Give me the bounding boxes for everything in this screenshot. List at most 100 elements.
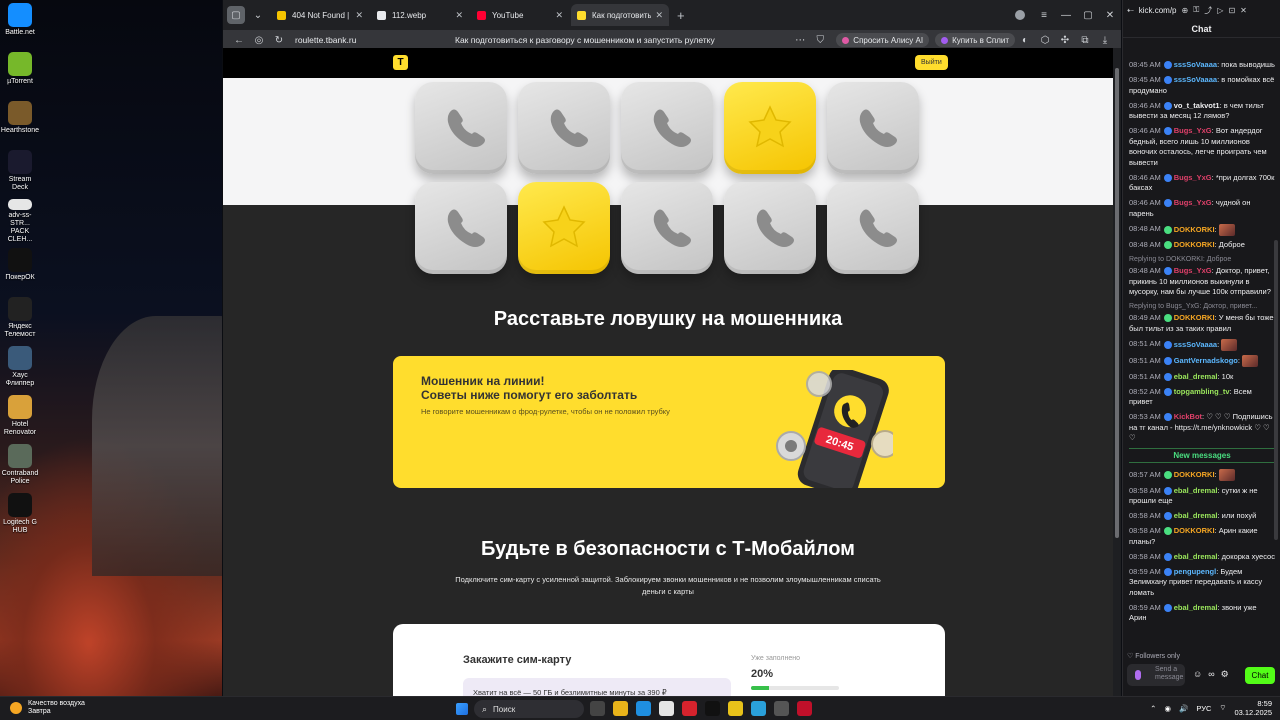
chat-message-input[interactable]: Send a message [1127, 664, 1185, 686]
key-icon[interactable]: ⚿ [1193, 5, 1199, 15]
file-explorer-icon[interactable] [613, 701, 628, 716]
message-username[interactable]: ebal_dremal [1174, 552, 1218, 561]
chat-message[interactable]: 08:58 AM ebal_dremal: докорка хуесос [1129, 552, 1275, 563]
clock[interactable]: 8:59 03.12.2025 [1234, 699, 1272, 717]
message-username[interactable]: sssSoVaaaa [1174, 60, 1217, 69]
message-username[interactable]: ebal_dremal [1174, 511, 1218, 520]
chat-message[interactable]: 08:46 AM Bugs_YxG: Вот андердог бедный, в… [1129, 126, 1275, 168]
desktop-icon[interactable]: Logitech G HUB [0, 490, 40, 538]
phone-tile[interactable] [827, 182, 919, 274]
message-username[interactable]: ebal_dremal [1174, 372, 1218, 381]
phone-tile[interactable] [621, 182, 713, 274]
browser-tab[interactable]: 112.webp ✕ [371, 4, 469, 26]
tray-chevron-icon[interactable]: ⌃ [1150, 704, 1156, 713]
star-tile[interactable] [518, 182, 610, 274]
message-username[interactable]: pengupengl [1174, 567, 1217, 576]
phone-tile[interactable] [415, 182, 507, 274]
mic-icon[interactable] [1135, 670, 1141, 680]
phone-tile[interactable] [518, 82, 610, 174]
message-username[interactable]: Bugs_YxG [1174, 173, 1212, 182]
message-username[interactable]: Bugs_YxG [1174, 126, 1212, 135]
back-icon[interactable]: ← [229, 35, 249, 46]
desktop-icon[interactable]: ПокерОК [0, 245, 40, 293]
menu-icon[interactable]: ≡ [1033, 10, 1055, 21]
chat-message[interactable]: 08:46 AM Bugs_YxG: чудной он парень [1129, 198, 1275, 219]
phone-tile[interactable] [621, 82, 713, 174]
close-tab-icon[interactable]: ✕ [355, 10, 363, 21]
message-username[interactable]: vo_t_takvot1 [1174, 101, 1220, 110]
play-icon[interactable]: ▷ [1217, 6, 1223, 15]
message-username[interactable]: sssSoVaaaa [1174, 339, 1217, 348]
chat-message[interactable]: 08:49 AM DOKKORKI: У меня бы тоже был тил… [1129, 313, 1275, 334]
browser-tab[interactable]: YouTube ✕ [471, 4, 569, 26]
puzzle-icon[interactable]: ✣ [1055, 35, 1075, 46]
desktop-icon[interactable]: adv-ss-STR... PACK CLEH... [0, 196, 40, 244]
zoom-icon[interactable]: ⊕ [1182, 6, 1189, 15]
chat-send-button[interactable]: Chat [1245, 667, 1275, 684]
telegram-icon[interactable] [751, 701, 766, 716]
panel-back-icon[interactable]: ⇠ [1127, 6, 1134, 15]
url-field[interactable]: roulette.tbank.ru [295, 35, 445, 45]
message-username[interactable]: DOKKORKI [1174, 470, 1215, 479]
extensions-icon[interactable]: ⬡ [1035, 35, 1055, 46]
volume-icon[interactable]: 🔊 [1179, 704, 1188, 713]
phone-tile[interactable] [415, 82, 507, 174]
phone-tile[interactable] [827, 82, 919, 174]
yandex-browser-icon[interactable] [682, 701, 697, 716]
app-icon[interactable] [728, 701, 743, 716]
chat-message[interactable]: 08:58 AM ebal_dremal: сутки ж не прошли е… [1129, 486, 1275, 507]
chat-message[interactable]: 08:48 AM Bugs_YxG: Доктор, привет, прикин… [1129, 266, 1275, 298]
task-view-icon[interactable] [590, 701, 605, 716]
chat-message[interactable]: 08:46 AM vo_t_takvot1: в чем тильт вывест… [1129, 101, 1275, 122]
message-username[interactable]: Bugs_YxG [1174, 266, 1212, 275]
message-username[interactable]: KickBot [1174, 412, 1202, 421]
privacy-icon[interactable]: ◎ [249, 35, 269, 46]
collections-icon[interactable]: ⧉ [1075, 35, 1095, 46]
star-tile[interactable] [724, 82, 816, 174]
tbank-logo[interactable]: Т [393, 55, 408, 70]
close-window-icon[interactable]: ✕ [1099, 10, 1121, 21]
desktop-icon[interactable]: Хаус Флиппер [0, 343, 40, 391]
exit-button[interactable]: Выйти [915, 55, 948, 70]
browser-tab[interactable]: Как подготовиться к р✕ [571, 4, 669, 26]
chat-message[interactable]: 08:48 AM DOKKORKI: [1129, 223, 1275, 236]
close-tab-icon[interactable]: ✕ [555, 10, 563, 21]
close-tab-icon[interactable]: ✕ [655, 10, 663, 21]
desktop-icon[interactable]: Яндекс Телемост [0, 294, 40, 342]
message-username[interactable]: ebal_dremal [1174, 603, 1218, 612]
emote-icon[interactable]: ☺ [1193, 669, 1202, 680]
phone-tile[interactable] [724, 182, 816, 274]
chat-message[interactable]: 08:52 AM topgambling_tv: Всем привет [1129, 387, 1275, 408]
language-indicator[interactable]: РУС [1196, 704, 1211, 713]
steam-icon[interactable] [705, 701, 720, 716]
desktop-icon[interactable]: µTorrent [0, 49, 40, 97]
wifi-icon[interactable]: ⌔ [1219, 703, 1226, 713]
chrome-icon[interactable] [659, 701, 674, 716]
message-username[interactable]: DOKKORKI [1174, 240, 1215, 249]
chat-message[interactable]: 08:51 AM GantVernadskogo: [1129, 355, 1275, 367]
message-username[interactable]: DOKKORKI [1174, 313, 1215, 322]
tray-app-icon[interactable]: ◉ [1164, 704, 1171, 713]
download-icon[interactable]: ⤓ [1095, 35, 1115, 46]
desktop-icon[interactable]: Battle.net [0, 0, 40, 48]
message-username[interactable]: sssSoVaaaa [1174, 75, 1217, 84]
chat-message[interactable]: 08:51 AM sssSoVaaaa: [1129, 338, 1275, 351]
minimize-icon[interactable]: — [1055, 10, 1077, 21]
settings-icon[interactable]: ⚙ [1221, 669, 1229, 680]
weather-widget[interactable]: Качество воздуха Завтра [10, 700, 85, 716]
message-username[interactable]: GantVernadskogo [1174, 356, 1238, 365]
buy-split-button[interactable]: Купить в Сплит [935, 33, 1015, 47]
scrollbar-thumb[interactable] [1115, 68, 1119, 538]
chat-message[interactable]: 08:53 AM KickBot: ♡ ♡ ♡ Подпишись на тг к… [1129, 412, 1275, 444]
vpn-icon[interactable]: ◐ [1015, 35, 1035, 46]
chat-message[interactable]: 08:46 AM Bugs_YxG: *при долгах 700к бакса… [1129, 173, 1275, 194]
desktop-icon[interactable]: Hearthstone [0, 98, 40, 146]
bookmark-icon[interactable]: ⛉ [810, 35, 830, 46]
page-scrollbar[interactable] [1113, 48, 1121, 696]
chat-message[interactable]: 08:58 AM ebal_dremal: или похуй [1129, 511, 1275, 522]
opera-icon[interactable] [797, 701, 812, 716]
message-username[interactable]: topgambling_tv [1174, 387, 1230, 396]
desktop-icon[interactable]: Stream Deck [0, 147, 40, 195]
maximize-icon[interactable]: ▢ [1077, 10, 1099, 21]
message-username[interactable]: DOKKORKI [1174, 526, 1215, 535]
